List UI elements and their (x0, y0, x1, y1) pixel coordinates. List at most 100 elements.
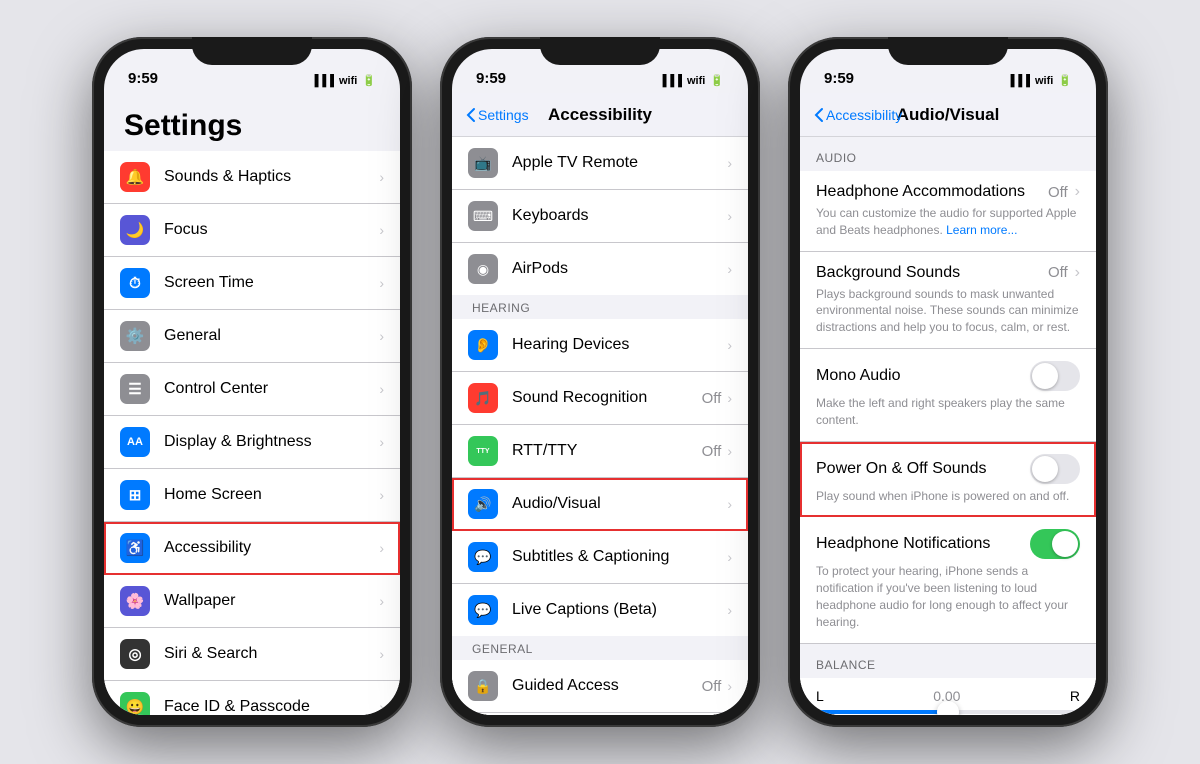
acc-row-1-0[interactable]: 👂 Hearing Devices › (452, 319, 748, 372)
chevron-icon-3: › (379, 328, 384, 344)
settings-row-10[interactable]: 😀 Face ID & Passcode › (104, 681, 400, 715)
headphone-notifications-toggle[interactable] (1030, 529, 1080, 559)
chevron-icon-6: › (379, 487, 384, 503)
wifi-icon: wifi (339, 75, 357, 87)
mono-audio-thumb (1032, 363, 1058, 389)
signal-icon-2: ▐▐▐ (659, 75, 682, 87)
headphone-notifications-desc: To protect your hearing, iPhone sends a … (816, 563, 1080, 630)
settings-list-1: 🔔 Sounds & Haptics › 🌙 Focus › ⏱ Screen … (104, 151, 400, 715)
power-sounds-thumb (1032, 456, 1058, 482)
settings-row-4[interactable]: ☰ Control Center › (104, 363, 400, 416)
status-icons-3: ▐▐▐ wifi 🔋 (1007, 74, 1072, 87)
row-icon-0: 🔔 (120, 162, 150, 192)
acc-row-1-3[interactable]: 🔊 Audio/Visual › (452, 478, 748, 531)
settings-row-3[interactable]: ⚙️ General › (104, 310, 400, 363)
background-sounds-label: Background Sounds (816, 264, 960, 282)
screen-3: 9:59 ▐▐▐ wifi 🔋 Accessibility Audio/Visu… (800, 49, 1096, 715)
mono-audio-top: Mono Audio (816, 361, 1080, 391)
nav-back-label-3: Accessibility (826, 107, 902, 123)
acc-chevron-1-4: › (727, 549, 732, 565)
acc-row-2-0[interactable]: 🔒 Guided Access Off › (452, 660, 748, 713)
settings-row-1[interactable]: 🌙 Focus › (104, 204, 400, 257)
row-label-7: Accessibility (164, 539, 379, 557)
acc-icon-0-2: ◉ (468, 254, 498, 284)
nav-back-2[interactable]: Settings (466, 107, 529, 123)
status-icons-1: ▐▐▐ wifi 🔋 (311, 74, 376, 87)
screen-2: 9:59 ▐▐▐ wifi 🔋 Settings Accessibility 📺… (452, 49, 748, 715)
notch-3 (888, 37, 1008, 65)
acc-chevron-1-3: › (727, 496, 732, 512)
chevron-icon-4: › (379, 381, 384, 397)
settings-row-5[interactable]: AA Display & Brightness › (104, 416, 400, 469)
headphone-accommodations-row[interactable]: Headphone Accommodations Off › You can c… (800, 171, 1096, 252)
battery-icon-2: 🔋 (710, 74, 724, 87)
nav-back-3[interactable]: Accessibility (814, 107, 902, 123)
settings-row-7[interactable]: ♿ Accessibility › (104, 522, 400, 575)
acc-value-1-2: Off (702, 443, 722, 460)
background-sounds-value: Off (1048, 264, 1068, 281)
acc-row-0-1[interactable]: ⌨ Keyboards › (452, 190, 748, 243)
balance-slider-thumb[interactable] (937, 701, 959, 715)
mono-audio-row[interactable]: Mono Audio Make the left and right speak… (800, 349, 1096, 442)
chevron-icon-0: › (379, 169, 384, 185)
acc-chevron-0-1: › (727, 208, 732, 224)
screen-content-1: Settings 🔔 Sounds & Haptics › 🌙 Focus › … (104, 93, 400, 715)
acc-icon-1-5: 💬 (468, 595, 498, 625)
acc-row-0-2[interactable]: ◉ AirPods › (452, 243, 748, 295)
bg-sounds-chevron: › (1075, 264, 1080, 282)
acc-label-1-3: Audio/Visual (512, 495, 727, 513)
power-sounds-desc: Play sound when iPhone is powered on and… (816, 488, 1080, 505)
row-label-1: Focus (164, 221, 379, 239)
learn-more-link[interactable]: Learn more... (946, 223, 1017, 237)
headphone-notifications-row[interactable]: Headphone Notifications To protect your … (800, 517, 1096, 643)
acc-row-1-4[interactable]: 💬 Subtitles & Captioning › (452, 531, 748, 584)
acc-label-0-0: Apple TV Remote (512, 154, 727, 172)
acc-row-1-2[interactable]: TTY RTT/TTY Off › (452, 425, 748, 478)
phone-3: 9:59 ▐▐▐ wifi 🔋 Accessibility Audio/Visu… (788, 37, 1108, 727)
row-icon-7: ♿ (120, 533, 150, 563)
settings-row-0[interactable]: 🔔 Sounds & Haptics › (104, 151, 400, 204)
acc-label-2-0: Guided Access (512, 677, 702, 695)
headphone-accommodations-label: Headphone Accommodations (816, 183, 1025, 201)
acc-chevron-0-0: › (727, 155, 732, 171)
background-sounds-top: Background Sounds Off › (816, 264, 1080, 282)
acc-chevron-0-2: › (727, 261, 732, 277)
acc-chevron-1-2: › (727, 443, 732, 459)
phone-2: 9:59 ▐▐▐ wifi 🔋 Settings Accessibility 📺… (440, 37, 760, 727)
acc-chevron-1-0: › (727, 337, 732, 353)
power-sounds-toggle[interactable] (1030, 454, 1080, 484)
acc-icon-1-0: 👂 (468, 330, 498, 360)
settings-row-6[interactable]: ⊞ Home Screen › (104, 469, 400, 522)
balance-slider-track[interactable] (816, 710, 1080, 714)
row-icon-2: ⏱ (120, 268, 150, 298)
audio-label: AUDIO (800, 137, 1096, 171)
mono-audio-toggle[interactable] (1030, 361, 1080, 391)
acc-row-2-1[interactable]: ◎ Siri › (452, 713, 748, 715)
power-sounds-label: Power On & Off Sounds (816, 460, 986, 478)
acc-value-2-0: Off (702, 678, 722, 695)
settings-row-2[interactable]: ⏱ Screen Time › (104, 257, 400, 310)
power-sounds-row[interactable]: Power On & Off Sounds Play sound when iP… (800, 442, 1096, 518)
background-sounds-row[interactable]: Background Sounds Off › Plays background… (800, 252, 1096, 349)
acc-row-1-5[interactable]: 💬 Live Captions (Beta) › (452, 584, 748, 636)
acc-row-1-1[interactable]: 🎵 Sound Recognition Off › (452, 372, 748, 425)
wifi-icon-3: wifi (1035, 75, 1053, 87)
acc-chevron-2-0: › (727, 678, 732, 694)
headphone-accommodations-value: Off (1048, 184, 1068, 201)
nav-title-3: Audio/Visual (897, 105, 1000, 125)
row-label-2: Screen Time (164, 274, 379, 292)
acc-icon-1-3: 🔊 (468, 489, 498, 519)
row-label-3: General (164, 327, 379, 345)
chevron-icon-8: › (379, 593, 384, 609)
acc-row-0-0[interactable]: 📺 Apple TV Remote › (452, 137, 748, 190)
chevron-icon-5: › (379, 434, 384, 450)
accessibility-list: 📺 Apple TV Remote › ⌨ Keyboards › ◉ AirP… (452, 137, 748, 715)
row-icon-3: ⚙️ (120, 321, 150, 351)
screen-1: 9:59 ▐▐▐ wifi 🔋 Settings 🔔 Sounds & Hapt… (104, 49, 400, 715)
acc-label-1-4: Subtitles & Captioning (512, 548, 727, 566)
power-sounds-top: Power On & Off Sounds (816, 454, 1080, 484)
settings-row-9[interactable]: ◎ Siri & Search › (104, 628, 400, 681)
headphone-notifications-top: Headphone Notifications (816, 529, 1080, 559)
settings-row-8[interactable]: 🌸 Wallpaper › (104, 575, 400, 628)
section-card-1: 👂 Hearing Devices › 🎵 Sound Recognition … (452, 319, 748, 636)
